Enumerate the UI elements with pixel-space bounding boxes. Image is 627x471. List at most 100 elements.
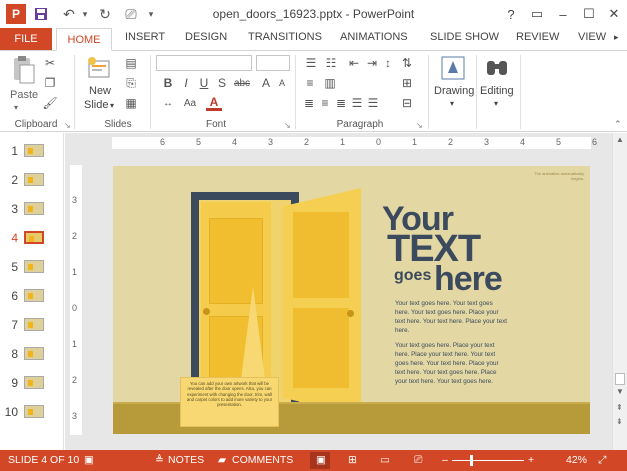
shadow-button[interactable]: S: [214, 75, 230, 91]
char-spacing-icon[interactable]: ↔: [160, 95, 176, 111]
tab-home[interactable]: HOME: [56, 28, 112, 51]
headline-here[interactable]: here: [434, 262, 503, 296]
comments-icon[interactable]: ▰: [218, 454, 226, 466]
align-text-icon[interactable]: ≡: [302, 75, 318, 91]
increase-indent-icon[interactable]: ⇥: [364, 55, 380, 71]
slide-sorter-icon[interactable]: ⊞: [348, 454, 357, 466]
slide-preview[interactable]: [24, 289, 44, 302]
text-direction-icon[interactable]: ⇅: [398, 55, 416, 71]
notes-icon[interactable]: ≜: [155, 454, 164, 466]
italic-button[interactable]: I: [178, 75, 194, 91]
section-icon[interactable]: ▦: [122, 95, 140, 111]
tab-design[interactable]: DESIGN: [185, 31, 227, 43]
new-slide-icon[interactable]: [86, 55, 112, 83]
minimize-button[interactable]: –: [552, 4, 574, 24]
headline-goes[interactable]: goes: [394, 268, 431, 284]
shapes-icon[interactable]: [440, 55, 466, 81]
slide-4[interactable]: The animation automatically begins. You …: [113, 166, 590, 434]
help-button[interactable]: ?: [500, 4, 522, 24]
slide-preview[interactable]: [24, 144, 44, 157]
slide-preview[interactable]: [24, 376, 44, 389]
zoom-level[interactable]: 42%: [566, 454, 587, 466]
slide-thumbnail-7[interactable]: 7: [0, 313, 60, 337]
new-slide-label-2[interactable]: Slide: [84, 99, 108, 111]
zoom-slider[interactable]: [452, 460, 524, 461]
editing-dropdown-icon[interactable]: ▾: [494, 99, 498, 108]
font-color-icon[interactable]: A: [206, 95, 222, 111]
slide-preview[interactable]: [24, 318, 44, 331]
strikethrough-button[interactable]: abc: [232, 75, 252, 91]
distributed-icon[interactable]: ☰: [366, 95, 380, 111]
clipboard-launcher-icon[interactable]: ↘: [64, 121, 71, 130]
font-shrink-icon[interactable]: A: [274, 75, 290, 91]
paste-icon[interactable]: [8, 55, 38, 89]
slide-thumbnail-8[interactable]: 8: [0, 342, 60, 366]
tab-view[interactable]: VIEW: [578, 31, 606, 43]
editing-button[interactable]: Editing: [480, 85, 514, 97]
slide-thumbnail-4[interactable]: 4: [0, 226, 60, 250]
drawing-dropdown-icon[interactable]: ▾: [450, 99, 454, 108]
slide-thumbnail-9[interactable]: 9: [0, 371, 60, 395]
new-slide-label-1[interactable]: New: [89, 85, 111, 97]
vertical-scrollbar[interactable]: ▲ ▼ ⇞ ⇟: [612, 133, 627, 450]
decrease-indent-icon[interactable]: ⇤: [346, 55, 362, 71]
previous-slide-icon[interactable]: ⇞: [616, 403, 623, 412]
bold-button[interactable]: B: [160, 75, 176, 91]
slide-thumbnail-5[interactable]: 5: [0, 255, 60, 279]
new-slide-dropdown-icon[interactable]: ▾: [110, 101, 114, 110]
zoom-out-icon[interactable]: –: [442, 454, 448, 466]
collapse-ribbon-icon[interactable]: ⌃: [614, 119, 622, 130]
tab-slide-show[interactable]: SLIDE SHOW: [430, 31, 499, 43]
tab-review[interactable]: REVIEW: [516, 31, 559, 43]
slide-preview[interactable]: [24, 260, 44, 273]
slide-thumbnail-1[interactable]: 1: [0, 139, 60, 163]
slide-thumbnail-10[interactable]: 10: [0, 400, 60, 424]
zoom-in-icon[interactable]: +: [528, 454, 534, 466]
justify-icon[interactable]: ☰: [350, 95, 364, 111]
reading-view-icon[interactable]: ▭: [380, 454, 390, 466]
tab-file[interactable]: FILE: [0, 28, 52, 50]
drawing-button[interactable]: Drawing: [434, 85, 474, 97]
align-right-icon[interactable]: ≣: [334, 95, 348, 111]
tab-transitions[interactable]: TRANSITIONS: [248, 31, 322, 43]
font-name-box[interactable]: [156, 55, 252, 71]
font-grow-icon[interactable]: A: [258, 75, 274, 91]
scroll-tabs-icon[interactable]: ▸: [614, 32, 619, 43]
align-center-icon[interactable]: ≡: [318, 95, 332, 111]
paste-dropdown-icon[interactable]: ▾: [14, 103, 18, 112]
notes-button[interactable]: NOTES: [168, 454, 204, 466]
convert-to-smartart-icon[interactable]: ⊟: [398, 95, 416, 111]
scrollbar-thumb[interactable]: [615, 373, 625, 385]
slide-preview[interactable]: [24, 173, 44, 186]
scroll-up-icon[interactable]: ▲: [616, 135, 624, 144]
line-spacing-icon[interactable]: ↕: [380, 55, 396, 71]
slide-thumbnail-2[interactable]: 2: [0, 168, 60, 192]
slide-preview[interactable]: [24, 405, 44, 418]
comments-button[interactable]: COMMENTS: [232, 454, 293, 466]
slide-preview[interactable]: [24, 231, 44, 244]
font-size-box[interactable]: [256, 55, 290, 71]
slide-preview[interactable]: [24, 202, 44, 215]
ribbon-display-button[interactable]: ▭: [526, 4, 548, 24]
close-button[interactable]: ✕: [603, 4, 625, 24]
copy-icon[interactable]: ❐: [42, 75, 58, 91]
slide-preview[interactable]: [24, 347, 44, 360]
callout-box[interactable]: You can add your own artwork that will b…: [180, 377, 279, 427]
font-launcher-icon[interactable]: ↘: [284, 121, 291, 130]
body-paragraph-2[interactable]: Your text goes here. Place your text her…: [395, 341, 507, 386]
reset-icon[interactable]: ⎘: [122, 75, 140, 91]
body-paragraph-1[interactable]: Your text goes here. Your text goes here…: [395, 299, 507, 335]
layout-icon[interactable]: ▤: [122, 55, 140, 71]
binoculars-icon[interactable]: [484, 55, 510, 81]
maximize-button[interactable]: ☐: [578, 4, 600, 24]
spell-check-icon[interactable]: ▣: [84, 454, 94, 466]
paragraph-launcher-icon[interactable]: ↘: [416, 121, 423, 130]
cut-icon[interactable]: ✂: [42, 55, 58, 71]
change-case-button[interactable]: Aa: [180, 95, 200, 111]
slide-show-icon[interactable]: ⎚: [414, 454, 422, 467]
zoom-slider-thumb[interactable]: [470, 455, 473, 466]
align-left-icon[interactable]: ≣: [302, 95, 316, 111]
format-painter-icon[interactable]: 🖌: [42, 95, 58, 111]
bullets-icon[interactable]: ☰: [302, 55, 320, 71]
slide-thumbnail-3[interactable]: 3: [0, 197, 60, 221]
